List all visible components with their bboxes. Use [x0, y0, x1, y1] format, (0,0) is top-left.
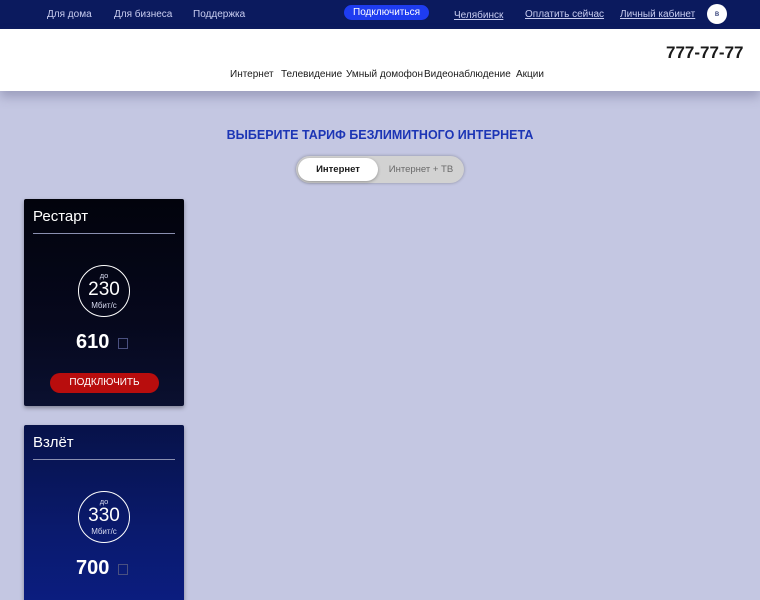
speed-value: 330	[88, 505, 120, 526]
currency-icon	[118, 338, 128, 349]
tab-internet[interactable]: Интернет	[298, 158, 378, 181]
page-title: ВЫБЕРИТЕ ТАРИФ БЕЗЛИМИТНОГО ИНТЕРНЕТА	[226, 128, 534, 142]
tariff-card: Рестарт до 230 Мбит/с 610 ПОДКЛЮЧИТЬ	[24, 199, 184, 406]
nav-link-support[interactable]: Поддержка	[193, 9, 245, 20]
tariff-card: Взлёт до 330 Мбит/с 700	[24, 425, 184, 600]
nav-link-home[interactable]: Для дома	[47, 9, 92, 20]
phone-number[interactable]: 777-77-77	[666, 43, 744, 63]
connect-button[interactable]: Подключиться	[344, 5, 429, 20]
nav-link-business[interactable]: Для бизнеса	[114, 9, 172, 20]
user-avatar[interactable]: в	[707, 4, 727, 24]
connect-tariff-button[interactable]: ПОДКЛЮЧИТЬ	[50, 373, 159, 393]
speed-unit: Мбит/с	[91, 301, 117, 310]
tariff-type-switch: Интернет Интернет + ТВ	[296, 156, 464, 183]
pay-now-link[interactable]: Оплатить сейчас	[525, 9, 604, 20]
currency-icon	[118, 564, 128, 575]
tariff-name: Рестарт	[33, 208, 89, 225]
tariff-price: 610	[76, 331, 110, 353]
main-header: 777-77-77 Интернет Телевидение Умный дом…	[0, 29, 760, 91]
nav-item-tv[interactable]: Телевидение	[281, 69, 342, 80]
speed-value: 230	[88, 279, 120, 300]
divider	[33, 459, 175, 460]
tariff-name: Взлёт	[33, 434, 74, 451]
speed-badge: до 330 Мбит/с	[78, 491, 130, 543]
tab-internet-tv[interactable]: Интернет + ТВ	[382, 158, 460, 181]
nav-item-internet[interactable]: Интернет	[230, 69, 274, 80]
divider	[33, 233, 175, 234]
nav-item-promo[interactable]: Акции	[516, 69, 544, 80]
speed-badge: до 230 Мбит/с	[78, 265, 130, 317]
top-bar: Для дома Для бизнеса Поддержка Подключит…	[0, 0, 760, 29]
nav-item-video[interactable]: Видеонаблюдение	[424, 69, 511, 80]
nav-item-intercom[interactable]: Умный домофон	[346, 69, 423, 80]
speed-unit: Мбит/с	[91, 527, 117, 536]
city-selector[interactable]: Челябинск	[454, 10, 503, 21]
personal-cabinet-link[interactable]: Личный кабинет	[620, 9, 695, 20]
tariff-price: 700	[76, 557, 110, 579]
